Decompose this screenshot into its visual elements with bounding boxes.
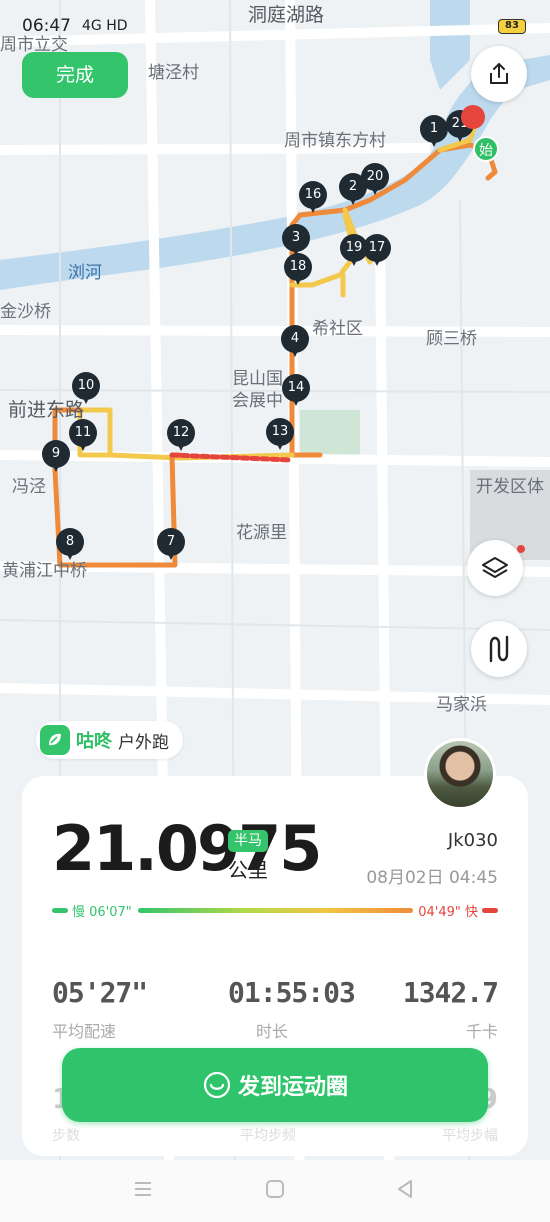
layers-icon	[482, 557, 508, 578]
map-label: 浏河	[68, 263, 102, 283]
faded-label: 平均步频	[240, 1128, 296, 1144]
share-to-moments-button[interactable]: 发到运动圈	[62, 1048, 488, 1122]
app-tag: 咕咚 户外跑	[36, 721, 183, 759]
duration-label: 时长	[256, 1022, 289, 1041]
share-export-button[interactable]	[471, 46, 527, 102]
map-label: 马家浜	[436, 695, 487, 715]
faded-label: 步数	[52, 1128, 80, 1144]
end-marker	[461, 105, 485, 129]
start-marker: 始	[473, 136, 499, 162]
slow-pace-label: 慢 06'07"	[72, 905, 132, 920]
route-pin[interactable]: 9	[42, 440, 70, 474]
fast-pace-label: 04'49" 快	[418, 905, 478, 920]
avg-pace-value: 05'27"	[52, 976, 148, 1009]
route-pin[interactable]: 14	[282, 374, 310, 408]
run-datetime: 08月02日 04:45	[366, 868, 498, 888]
screen: 洞庭湖路 周市立交 塘泾村 周市镇东方村 浏河 金沙桥 希社区 顾三桥 昆山国 …	[0, 0, 550, 1222]
done-button[interactable]: 完成	[22, 52, 128, 98]
map-label: 金沙桥	[0, 302, 51, 322]
share-icon	[490, 62, 508, 84]
calories-label: 千卡	[465, 1022, 498, 1041]
app-logo-icon	[40, 725, 70, 755]
avatar[interactable]	[424, 738, 496, 810]
map-label: 希社区	[312, 319, 363, 339]
map-layers-button[interactable]	[467, 540, 523, 596]
share-label: 发到运动圈	[237, 1075, 348, 1100]
route-pin[interactable]: 1	[420, 115, 448, 149]
route-pin[interactable]: 18	[284, 253, 312, 287]
faded-label: 平均步幅	[442, 1128, 498, 1144]
map-label: 花源里	[236, 523, 287, 543]
route-pin[interactable]: 20	[361, 163, 389, 197]
home-icon[interactable]	[264, 1178, 286, 1200]
route-pin[interactable]: 16	[299, 181, 327, 215]
route-pin[interactable]: 8	[56, 528, 84, 562]
map-label: 冯泾	[12, 477, 46, 497]
calories-value: 1342.7	[402, 976, 499, 1009]
menu-icon[interactable]	[132, 1178, 154, 1200]
route-pin[interactable]: 12	[167, 419, 195, 453]
distance-unit: 公里	[228, 858, 268, 882]
route-pin[interactable]: 7	[157, 528, 185, 562]
route-pin[interactable]: 4	[281, 325, 309, 359]
map-label: 塘泾村	[148, 63, 199, 83]
app-name: 咕咚	[76, 731, 112, 752]
pace-gradient	[138, 908, 413, 913]
system-nav-bar	[0, 1160, 550, 1222]
notification-dot	[517, 545, 525, 553]
route-pin[interactable]: 13	[266, 418, 294, 452]
pace-legend: 慢 06'07" 04'49" 快	[52, 900, 498, 920]
back-icon[interactable]	[394, 1178, 416, 1200]
status-bar: 06:47 4G HD 83	[0, 14, 550, 40]
route-pin[interactable]: 10	[72, 372, 100, 406]
status-time: 06:47	[22, 16, 71, 36]
username: Jk030	[447, 830, 498, 851]
map-label: 会展中	[232, 391, 283, 411]
route-pin[interactable]: 17	[363, 234, 391, 268]
run-type: 户外跑	[118, 732, 169, 753]
battery-icon: 83	[498, 19, 526, 34]
map-label: 周市镇东方村	[284, 131, 386, 151]
route-toggle-button[interactable]	[471, 621, 527, 677]
route-pin[interactable]: 11	[69, 419, 97, 453]
distance-value: 21.0975	[52, 812, 322, 885]
map-label: 开发区体	[476, 477, 544, 497]
half-marathon-badge: 半马	[228, 830, 268, 852]
duration-value: 01:55:03	[228, 976, 356, 1009]
avg-pace-label: 平均配速	[52, 1022, 117, 1041]
smile-bubble-icon	[203, 1071, 231, 1099]
route-icon	[489, 635, 509, 663]
map-label: 顾三桥	[426, 329, 477, 349]
signal-indicator: 4G HD	[82, 18, 128, 34]
